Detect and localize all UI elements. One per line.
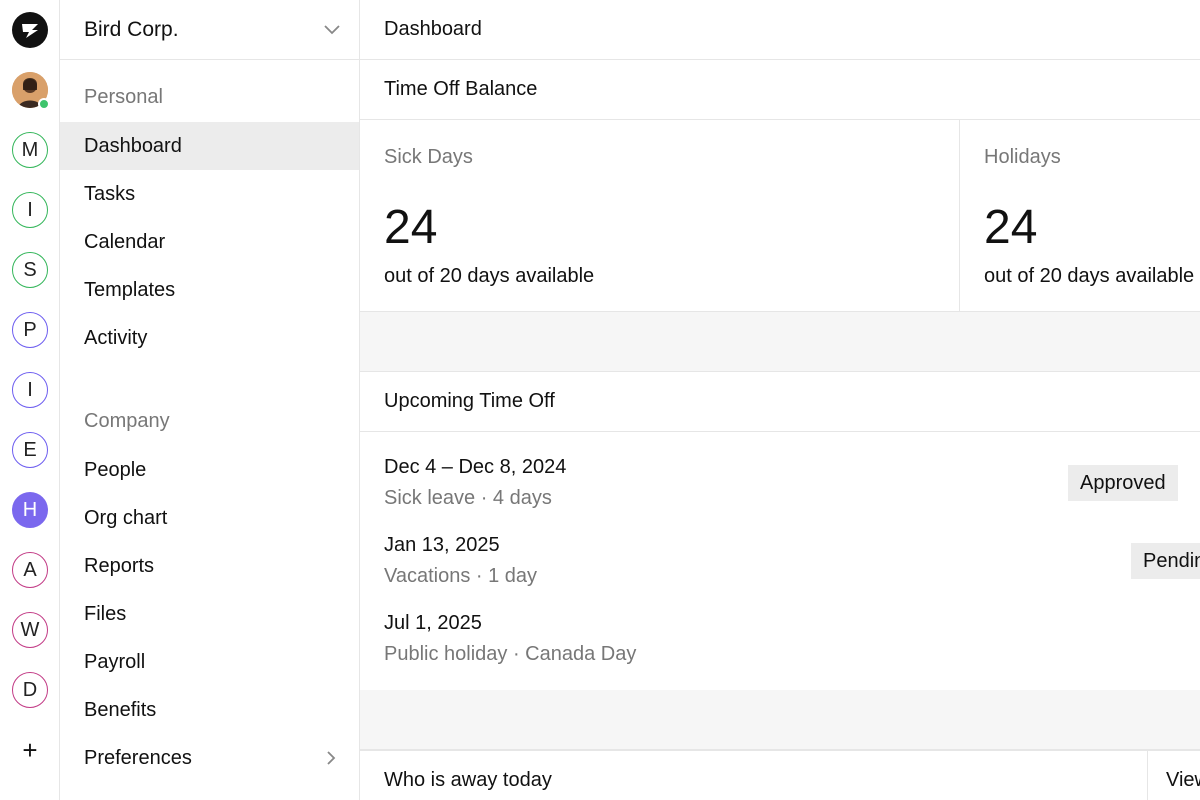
holidays-sub: out of 20 days available [984,265,1195,287]
workspace-4[interactable]: P [12,312,48,348]
time-off-item[interactable]: Dec 4 – Dec 8, 2024 Sick leave · 4 days [384,456,566,510]
time-off-detail: Public holiday · Canada Day [384,643,637,665]
time-off-item[interactable]: Jul 1, 2025 Public holiday · Canada Day [384,612,636,666]
time-off-date: Jan 13, 2025 [384,534,500,556]
spacer-band [360,690,1200,750]
sidebar-item-files[interactable]: Files [60,590,359,638]
time-off-detail: Sick leave · 4 days [384,487,552,509]
upcoming-title: Upcoming Time Off [360,372,1200,432]
sidebar-item-label: Dashboard [84,134,182,157]
app-logo-icon[interactable] [12,12,48,48]
holidays-card: Holidays 24 out of 20 days available [960,120,1200,312]
sidebar-item-label: Calendar [84,230,166,253]
sick-days-sub: out of 20 days available [384,265,595,287]
sidebar-item-calendar[interactable]: Calendar [60,218,359,266]
sidebar-item-tasks[interactable]: Tasks [60,170,359,218]
sidebar-item-label: Activity [84,326,148,349]
sidebar-item-reports[interactable]: Reports [60,542,359,590]
org-switcher[interactable]: Bird Corp. [60,0,359,60]
away-today-title: Who is away today [384,769,552,791]
add-workspace-button[interactable]: + [12,732,48,768]
sidebar-item-dashboard[interactable]: Dashboard [60,122,359,170]
section-title-personal: Personal [84,86,163,108]
workspace-1[interactable]: M [12,132,48,168]
section-title-company: Company [84,410,170,432]
sidebar-item-label: Payroll [84,650,146,673]
workspace-7[interactable]: H [12,492,48,528]
page-title: Dashboard [360,0,1200,60]
sidebar-item-label: Preferences [84,746,192,769]
sidebar-item-org-chart[interactable]: Org chart [60,494,359,542]
spacer-band [360,312,1200,372]
sick-days-label: Sick Days [384,146,473,168]
user-avatar[interactable] [12,72,50,110]
workspace-8[interactable]: A [12,552,48,588]
holidays-value: 24 [984,201,1038,254]
status-badge: Approved [1068,465,1178,501]
sidebar-item-label: Templates [84,278,176,301]
time-off-item[interactable]: Jan 13, 2025 Vacations · 1 day [384,534,537,588]
status-badge: Pending [1131,543,1200,579]
sidebar-item-preferences[interactable]: Preferences [60,734,359,782]
workspace-9[interactable]: W [12,612,48,648]
workspace-3[interactable]: S [12,252,48,288]
sick-days-card: Sick Days 24 out of 20 days available [360,120,960,312]
away-today-row: Who is away today View all [360,750,1200,800]
view-all-link[interactable]: View all [1147,751,1200,800]
sidebar-item-benefits[interactable]: Benefits [60,686,359,734]
presence-indicator [38,98,50,110]
sidebar-item-templates[interactable]: Templates [60,266,359,314]
sidebar-item-label: People [84,458,147,481]
sick-days-value: 24 [384,201,438,254]
main-content: Dashboard Time Off Balance Sick Days 24 … [360,0,1200,800]
sidebar-item-label: Files [84,602,127,625]
workspace-6[interactable]: E [12,432,48,468]
time-off-date: Jul 1, 2025 [384,612,482,634]
workspace-5[interactable]: I [12,372,48,408]
sidebar-item-payroll[interactable]: Payroll [60,638,359,686]
time-off-detail: Vacations · 1 day [384,565,538,587]
workspace-2[interactable]: I [12,192,48,228]
chevron-down-icon [324,25,340,35]
chevron-right-icon [327,751,336,765]
workspace-10[interactable]: D [12,672,48,708]
sidebar-item-activity[interactable]: Activity [60,314,359,362]
sidebar-item-people[interactable]: People [60,446,359,494]
sidebar-item-label: Benefits [84,698,157,721]
sidebar-item-label: Reports [84,554,155,577]
balance-title: Time Off Balance [360,60,1200,120]
sidebar-item-label: Org chart [84,506,168,529]
holidays-label: Holidays [984,146,1061,168]
sidebar-item-label: Tasks [84,182,136,205]
time-off-date: Dec 4 – Dec 8, 2024 [384,456,567,478]
workspace-rail: + MISPIEHAWD [0,0,60,800]
org-name: Bird Corp. [84,17,179,41]
sidebar: Bird Corp. Personal Company Dashboard Tas… [60,0,360,800]
